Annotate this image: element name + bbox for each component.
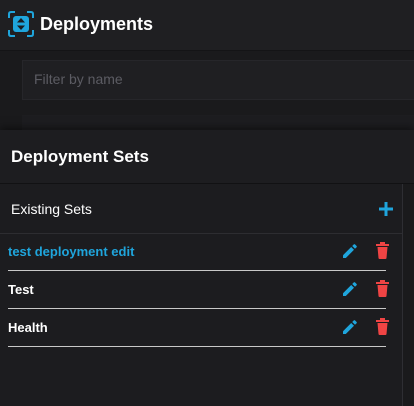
deployment-set-label[interactable]: test deployment edit	[8, 244, 134, 259]
deployments-logo-icon	[8, 11, 34, 37]
trash-icon	[376, 242, 389, 259]
trash-icon	[376, 318, 389, 335]
app-header: Deployments	[0, 0, 414, 51]
deployments-screen: Deployments Deployment Sets Existing Set…	[0, 0, 414, 406]
deployment-set-label[interactable]: Test	[8, 282, 34, 297]
trash-icon	[376, 280, 389, 297]
panel-header: Deployment Sets	[0, 130, 414, 184]
deployment-set-row[interactable]: test deployment edit	[8, 233, 389, 271]
add-set-button[interactable]	[376, 199, 396, 219]
existing-sets-header: Existing Sets	[0, 184, 402, 234]
panel-title: Deployment Sets	[11, 147, 149, 166]
pencil-icon	[343, 320, 357, 334]
existing-sets-label: Existing Sets	[11, 201, 92, 217]
delete-set-button[interactable]	[375, 318, 390, 335]
deployments-table-header	[22, 115, 414, 131]
edit-set-button[interactable]	[342, 281, 358, 297]
panel-scrollbar[interactable]	[402, 184, 414, 406]
delete-set-button[interactable]	[375, 242, 390, 259]
deployment-sets-panel: Deployment Sets Existing Sets test deplo…	[0, 130, 414, 406]
page-title: Deployments	[40, 14, 154, 34]
deployment-set-row[interactable]: Test	[8, 271, 389, 309]
filter-input[interactable]	[34, 71, 394, 87]
delete-set-button[interactable]	[375, 280, 390, 297]
deployment-set-row[interactable]: Health	[8, 309, 389, 347]
deployment-set-label[interactable]: Health	[8, 320, 48, 335]
filter-box[interactable]	[22, 60, 414, 100]
pencil-icon	[343, 244, 357, 258]
pencil-icon	[343, 282, 357, 296]
edit-set-button[interactable]	[342, 243, 358, 259]
edit-set-button[interactable]	[342, 319, 358, 335]
plus-icon	[379, 202, 393, 216]
panel-body: Existing Sets test deployment edit Test …	[0, 184, 402, 406]
